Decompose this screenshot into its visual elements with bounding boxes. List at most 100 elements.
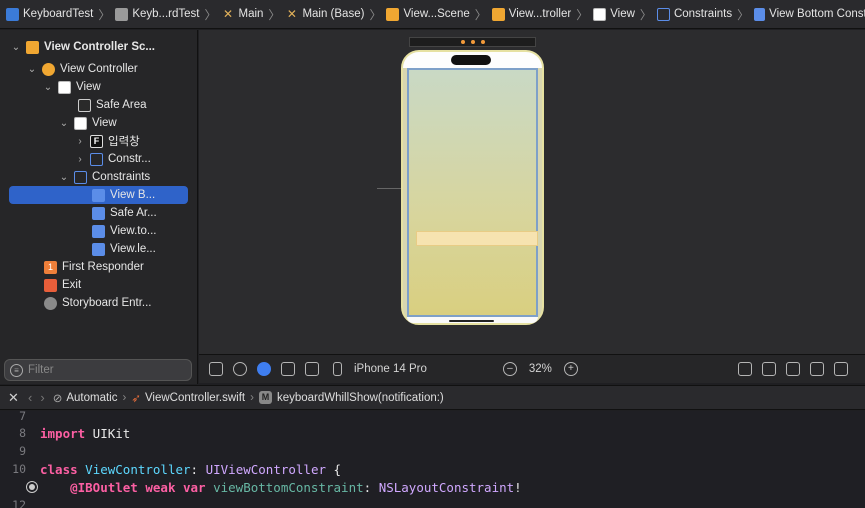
filter-input[interactable]: [28, 364, 178, 376]
breadcrumb-group[interactable]: Keyb...rdTest: [115, 7, 200, 21]
method-name[interactable]: keyboardWhillShow(notification:): [277, 392, 444, 404]
constraints-icon: [656, 7, 670, 21]
chevron-right-icon: ›: [122, 391, 127, 404]
line-number: 10: [12, 462, 26, 476]
constraint-icon: [92, 188, 105, 202]
iphone-frame[interactable]: [401, 50, 544, 325]
disclosure-closed-icon[interactable]: ›: [74, 154, 86, 165]
tree-item-label: Safe Area: [96, 99, 147, 111]
tree-item-inner-view[interactable]: ⌄ View: [58, 114, 196, 132]
punctuation: !: [514, 479, 522, 495]
disclosure-open-icon[interactable]: ⌄: [58, 118, 70, 129]
code-line: 12: [0, 496, 40, 508]
tree-item-exit[interactable]: Exit: [40, 276, 196, 294]
back-icon[interactable]: ‹: [28, 390, 32, 405]
tree-item-view-top-constraint[interactable]: View.to...: [88, 222, 196, 240]
breadcrumb-label: View: [610, 8, 635, 20]
constraints-icon: [90, 152, 103, 166]
text-field[interactable]: [416, 231, 538, 246]
tree-item-view[interactable]: ⌄ View: [42, 78, 196, 96]
breadcrumb-constraint[interactable]: View Bottom Constraint: [754, 7, 865, 21]
update-frames-icon[interactable]: [737, 362, 752, 376]
close-icon[interactable]: ✕: [8, 390, 24, 406]
tree-item-constraints[interactable]: ⌄ Constraints: [58, 168, 196, 186]
tree-item-scene[interactable]: ⌄ View Controller Sc...: [10, 38, 196, 56]
punctuation: :: [363, 479, 379, 495]
breadcrumb-label: Keyb...rdTest: [132, 8, 200, 20]
chevron-right-icon: 〉: [204, 7, 217, 22]
tree-item-label: View Controller Sc...: [44, 41, 155, 53]
disclosure-closed-icon[interactable]: ›: [74, 136, 86, 147]
sidebar-toggle-icon[interactable]: [209, 362, 223, 376]
chevron-right-icon: 〉: [268, 7, 281, 22]
scene-icon: [26, 40, 39, 54]
breadcrumb-project[interactable]: KeyboardTest: [6, 7, 93, 21]
related-items-icon[interactable]: ⊘: [53, 391, 63, 405]
breadcrumb-view[interactable]: View: [593, 7, 635, 21]
device-selector[interactable]: iPhone 14 Pro: [354, 363, 427, 375]
code-editor[interactable]: 7 8 import UIKit 9 10 class ViewController…: [0, 409, 865, 508]
filter-field[interactable]: ≡: [4, 359, 192, 381]
constraints-icon: [74, 170, 87, 184]
first-responder-icon: 1: [44, 260, 57, 274]
dock-first-responder-icon[interactable]: [470, 40, 475, 44]
storyboard-canvas[interactable]: [199, 30, 865, 354]
tree-item-storyboard-entry[interactable]: Storyboard Entr...: [40, 294, 196, 312]
dock-exit-icon[interactable]: [480, 40, 485, 44]
zoom-in-icon[interactable]: +: [563, 362, 578, 376]
iphone-icon[interactable]: [333, 362, 342, 376]
scene-icon: [386, 7, 400, 21]
tree-item-view-controller[interactable]: ⌄ View Controller: [26, 60, 196, 78]
line-number: 7: [19, 409, 26, 423]
exit-icon: [44, 278, 57, 292]
main-view[interactable]: [407, 68, 538, 317]
disclosure-open-icon[interactable]: ⌄: [10, 42, 22, 53]
code-line: 7: [0, 407, 40, 425]
tree-item-first-responder[interactable]: 1 First Responder: [40, 258, 196, 276]
class-name: ViewController: [77, 461, 191, 477]
breadcrumb-scene[interactable]: View...Scene: [386, 7, 470, 21]
device-split-icon[interactable]: [305, 362, 319, 376]
appearance-icon[interactable]: [233, 362, 247, 376]
disclosure-open-icon[interactable]: ⌄: [26, 64, 38, 75]
dock-view-controller-icon[interactable]: [460, 40, 465, 44]
disclosure-open-icon[interactable]: ⌄: [58, 172, 70, 183]
swift-file-icon: ➶: [131, 392, 141, 405]
file-name[interactable]: ViewController.swift: [145, 392, 245, 404]
tree-item-text-field[interactable]: › F 입력창: [74, 132, 196, 150]
breadcrumb-view-controller[interactable]: View...troller: [491, 7, 572, 21]
zoom-out-icon[interactable]: –: [502, 362, 517, 376]
embed-in-icon[interactable]: [833, 362, 848, 376]
constraint-icon: [754, 7, 766, 21]
breadcrumb-label: Main (Base): [302, 8, 365, 20]
breadcrumb-storyboard-base[interactable]: ✕ Main (Base): [285, 7, 365, 21]
constraint-icon: [92, 224, 105, 238]
breadcrumb-label: View...Scene: [403, 8, 470, 20]
outlet-connection-icon[interactable]: [26, 481, 38, 493]
accessibility-icon[interactable]: [257, 362, 271, 376]
tree-item-safe-area[interactable]: Safe Area: [74, 96, 196, 114]
breadcrumb-constraints[interactable]: Constraints: [656, 7, 732, 21]
code-line: 9: [0, 442, 40, 460]
disclosure-open-icon[interactable]: ⌄: [42, 82, 54, 93]
align-icon[interactable]: [761, 362, 776, 376]
folder-icon: [115, 7, 129, 21]
tree-item-safe-area-constraint[interactable]: Safe Ar...: [88, 204, 196, 222]
breadcrumb-storyboard[interactable]: ✕ Main: [221, 7, 263, 21]
breadcrumb-bar: KeyboardTest 〉 Keyb...rdTest 〉 ✕ Main 〉 ✕…: [0, 0, 865, 29]
breadcrumb-label: View...troller: [508, 8, 572, 20]
assistant-mode[interactable]: Automatic: [66, 392, 117, 404]
forward-icon[interactable]: ›: [40, 390, 44, 405]
zoom-level[interactable]: 32%: [529, 363, 552, 375]
add-constraints-icon[interactable]: [785, 362, 800, 376]
tree-item-label: Safe Ar...: [110, 207, 157, 219]
chevron-right-icon: 〉: [639, 7, 652, 22]
resolve-issues-icon[interactable]: [809, 362, 824, 376]
scene-dock[interactable]: [409, 37, 536, 47]
tree-item-label: View Controller: [60, 63, 138, 75]
orientation-icon[interactable]: [281, 362, 295, 376]
tree-item-view-bottom-constraint[interactable]: View B...: [9, 186, 188, 204]
tree-item-view-leading-constraint[interactable]: View.le...: [88, 240, 196, 258]
tree-item-label: View B...: [110, 189, 156, 201]
tree-item-constraints-inner[interactable]: › Constr...: [74, 150, 196, 168]
